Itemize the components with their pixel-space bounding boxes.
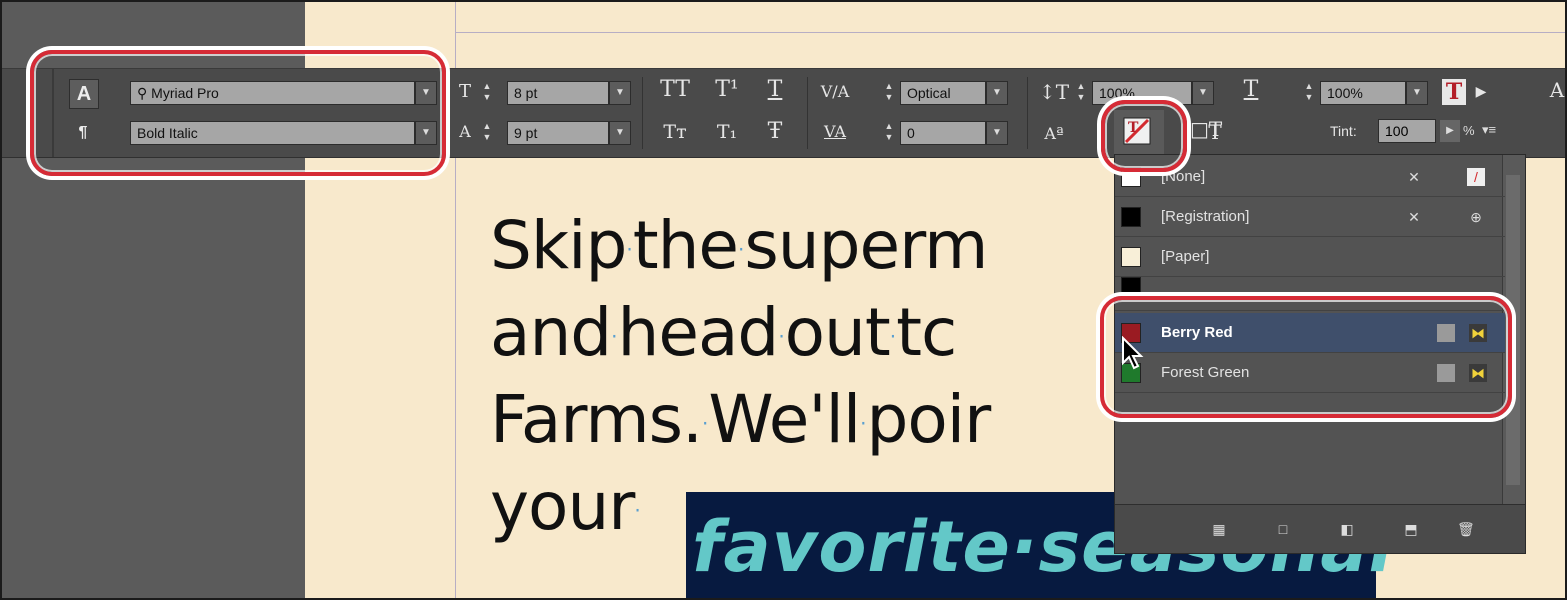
font-size-icon: T: [458, 81, 471, 102]
leading-icon: A: [459, 122, 471, 141]
trash-icon[interactable]: 🗑: [1457, 521, 1475, 537]
tint-label: Tint:: [1330, 123, 1357, 139]
kerning-dropdown[interactable]: ▼: [986, 81, 1008, 105]
non-editable-icon: ✕: [1408, 169, 1420, 185]
tracking-icon: VA: [823, 122, 847, 141]
swatch-name: [Paper]: [1161, 248, 1210, 265]
separator: [807, 77, 808, 149]
more-controls-icon: A: [1549, 78, 1565, 102]
text-formatting-icon[interactable]: □T: [1190, 116, 1222, 142]
none-swatch-icon: /: [1467, 168, 1485, 186]
horizontal-scale-dropdown[interactable]: ▼: [1406, 81, 1428, 105]
subscript-button[interactable]: T₁: [712, 119, 742, 145]
fill-menu-arrow[interactable]: ▶: [1472, 79, 1490, 105]
tint-arrow[interactable]: ▶: [1440, 120, 1460, 142]
text-line-3: Farms.·We'll·poir: [490, 381, 991, 458]
vertical-scale-stepper[interactable]: ▲ ▼: [1074, 81, 1088, 105]
show-color-swatches-icon[interactable]: □: [1275, 521, 1291, 537]
tracking-dropdown[interactable]: ▼: [986, 121, 1008, 145]
superscript-button[interactable]: T¹: [712, 77, 742, 103]
leading-stepper[interactable]: ▲ ▼: [480, 121, 494, 145]
text-line-2: and·head·out·tc: [490, 294, 957, 371]
vertical-scale-icon: ↕T: [1038, 80, 1070, 104]
show-all-swatches-icon[interactable]: ▦: [1211, 521, 1227, 537]
indesign-window: Skip·the·superm and·head·out·tc Farms.·W…: [0, 0, 1567, 600]
tracking-stepper[interactable]: ▲ ▼: [882, 121, 896, 145]
callout-font-controls: [30, 50, 446, 176]
separator: [642, 77, 643, 149]
panel-menu-icon[interactable]: ▾≡: [1482, 122, 1496, 138]
vertical-scale-dropdown[interactable]: ▼: [1192, 81, 1214, 105]
strikethrough-button[interactable]: Ŧ: [762, 119, 788, 145]
tint-field[interactable]: 100: [1378, 119, 1436, 143]
swatch-chip: [1121, 247, 1141, 267]
registration-icon: ⊕: [1470, 209, 1482, 225]
swatch-row-registration[interactable]: [Registration] ✕ ⊕: [1115, 197, 1505, 237]
horizontal-scale-field[interactable]: 100%: [1320, 81, 1406, 105]
kerning-icon: V/A: [820, 82, 850, 101]
font-size-field[interactable]: 8 pt: [507, 81, 609, 105]
swatch-chip: [1121, 207, 1141, 227]
new-swatch-icon[interactable]: ⬒: [1403, 521, 1419, 537]
leading-field[interactable]: 9 pt: [507, 121, 609, 145]
font-size-dropdown[interactable]: ▼: [609, 81, 631, 105]
non-editable-icon: ✕: [1408, 209, 1420, 225]
text-line-1: Skip·the·superm: [490, 207, 988, 284]
swatch-name: [Registration]: [1161, 208, 1250, 225]
swatch-row-paper[interactable]: [Paper]: [1115, 237, 1505, 277]
kerning-field[interactable]: Optical: [900, 81, 986, 105]
text-fill-color-button[interactable]: T: [1442, 79, 1466, 105]
small-caps-button[interactable]: Tт: [658, 119, 692, 145]
show-gradient-swatches-icon[interactable]: ◧: [1339, 521, 1355, 537]
percent-label: %: [1463, 123, 1475, 138]
swatch-chip: [1121, 277, 1141, 297]
swatches-panel-footer: ▦ □ ◧ ⬒ 🗑: [1115, 504, 1525, 553]
callout-swatch-rows: [1100, 296, 1512, 418]
separator: [1027, 77, 1028, 149]
leading-dropdown[interactable]: ▼: [609, 121, 631, 145]
horizontal-scale-stepper[interactable]: ▲ ▼: [1302, 81, 1316, 105]
baseline-shift-icon: Aª: [1044, 124, 1064, 143]
callout-fill-selector: [1101, 100, 1187, 172]
tracking-field[interactable]: 0: [900, 121, 986, 145]
horizontal-scale-icon: T: [1243, 77, 1259, 102]
font-size-stepper[interactable]: ▲ ▼: [480, 81, 494, 105]
all-caps-button[interactable]: TT: [658, 77, 692, 103]
kerning-stepper[interactable]: ▲ ▼: [882, 81, 896, 105]
top-margin-guide: [455, 32, 1565, 33]
underline-button[interactable]: T: [762, 77, 788, 103]
